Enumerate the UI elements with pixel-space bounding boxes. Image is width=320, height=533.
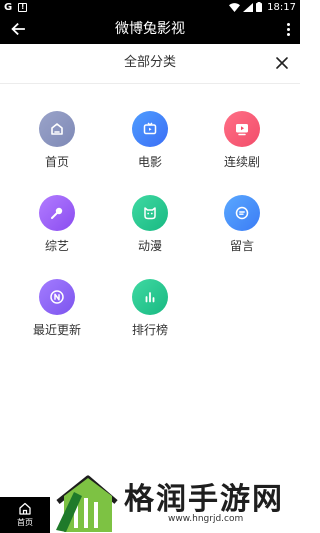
warning-icon: ! [18,2,28,12]
category-label: 连续剧 [223,155,260,169]
category-anime[interactable]: 动漫 [115,195,185,254]
more-dot [286,32,290,36]
new-icon [50,290,64,304]
bottom-nav-home-label: 首页 [17,518,33,527]
category-label: 最近更新 [32,323,81,337]
category-label: 电影 [137,155,162,169]
category-icon-circle [224,195,260,231]
category-label: 首页 [44,155,69,169]
category-icon-circle [132,111,168,147]
tv-icon [143,122,157,135]
app-title: 微博兔影视 [115,21,185,37]
category-icon-circle [39,279,75,315]
category-series[interactable]: 连续剧 [207,111,277,170]
category-label: 动漫 [137,239,162,253]
category-home[interactable]: 首页 [22,111,92,170]
more-options-button[interactable] [282,20,294,38]
status-right: 18:17 [229,0,296,14]
category-label: 留言 [229,239,254,253]
more-dot [286,22,290,26]
category-recent-updates[interactable]: 最近更新 [22,279,92,338]
bottom-nav-home[interactable]: 首页 [0,497,50,533]
category-variety[interactable]: 综艺 [22,195,92,254]
more-dot [286,27,290,31]
category-label: 综艺 [44,239,69,253]
site-logo [56,475,118,532]
app-bar: 微博兔影视 [0,14,300,44]
category-icon-circle [224,111,260,147]
close-icon [276,57,288,69]
watermark: 格润手游网 www.hngrjd.com [52,470,300,533]
category-label: 排行榜 [131,323,168,337]
watermark-title: 格润手游网 [124,482,284,517]
category-icon-circle [39,195,75,231]
category-icon-circle [132,279,168,315]
watermark-url: www.hngrjd.com [168,514,244,524]
play-screen-icon [236,124,248,136]
category-icon-circle [132,195,168,231]
battery-icon [256,2,263,12]
sheet-title: 全部分类 [123,55,176,70]
status-time: 18:17 [267,1,296,13]
category-messages[interactable]: 留言 [207,195,277,254]
microphone-icon [51,207,63,219]
google-icon: G [4,1,13,13]
cartoon-face-icon [144,207,156,220]
sheet-header: 全部分类 [0,44,300,84]
signal-icon [243,2,254,12]
category-icon-circle [39,111,75,147]
status-bar: G ! 18:17 [0,0,300,14]
close-button[interactable] [274,55,290,71]
home-icon [51,123,63,135]
home-icon [19,502,31,515]
category-movies[interactable]: 电影 [115,111,185,170]
bar-chart-icon [145,292,155,303]
status-left: G ! [4,0,28,14]
message-icon [235,206,249,220]
wifi-icon [229,2,241,12]
category-rankings[interactable]: 排行榜 [115,279,185,338]
